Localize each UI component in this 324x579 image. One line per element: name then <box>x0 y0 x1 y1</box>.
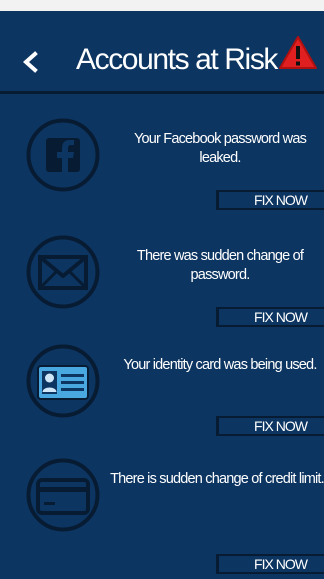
status-bar-strip <box>0 0 324 11</box>
app-header: Accounts at Risk <box>0 11 324 91</box>
back-button[interactable] <box>18 49 44 75</box>
alert-item-facebook: Your Facebook password was leaked. FIX N… <box>0 94 324 210</box>
alert-item-identity-card: Your identity card was being used. FIX N… <box>0 320 324 436</box>
fix-now-button[interactable]: FIX NOW <box>216 190 324 210</box>
page-title: Accounts at Risk <box>76 43 278 76</box>
chevron-left-icon <box>22 51 38 73</box>
alert-message: There was sudden change of password. <box>136 248 304 283</box>
alert-message: There is sudden change of credit limit. <box>110 471 324 487</box>
alert-message: Your Facebook password was leaked. <box>133 131 307 166</box>
fix-now-button[interactable]: FIX NOW <box>216 554 324 574</box>
alert-message: Your identity card was being used. <box>123 357 317 373</box>
credit-card-icon <box>26 458 100 532</box>
id-card-icon <box>26 344 100 418</box>
warning-triangle-icon <box>279 36 317 69</box>
alert-item-credit-limit: There is sudden change of credit limit. … <box>0 434 324 574</box>
mail-icon <box>26 235 100 309</box>
fix-now-button[interactable]: FIX NOW <box>216 416 324 436</box>
facebook-icon <box>26 118 100 192</box>
alert-item-password-change: There was sudden change of password. FIX… <box>0 211 324 327</box>
